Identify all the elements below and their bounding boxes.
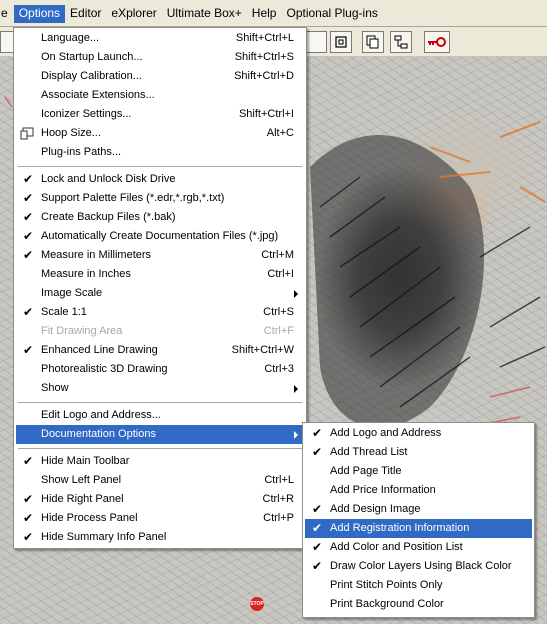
submenu-item-add-page-title[interactable]: Add Page Title <box>305 462 532 481</box>
frame-icon[interactable] <box>330 31 352 53</box>
checkmark-icon: ✔ <box>22 305 34 319</box>
menu-item-hide-summary-panel[interactable]: ✔ Hide Summary Info Panel <box>16 528 304 547</box>
menu-separator <box>18 448 302 449</box>
menu-item-show-left-panel[interactable]: Show Left Panel Ctrl+L <box>16 471 304 490</box>
submenu-item-add-logo[interactable]: ✔ Add Logo and Address <box>305 424 532 443</box>
menu-item-enhanced-line[interactable]: ✔ Enhanced Line Drawing Shift+Ctrl+W <box>16 341 304 360</box>
menu-item-hide-right-panel[interactable]: ✔ Hide Right Panel Ctrl+R <box>16 490 304 509</box>
menu-item-edit-logo[interactable]: Edit Logo and Address... <box>16 406 304 425</box>
toolbar-button[interactable] <box>305 31 327 53</box>
menu-help[interactable]: Help <box>247 5 282 23</box>
checkmark-icon: ✔ <box>311 540 323 554</box>
menu-item-plugins-paths[interactable]: Plug-ins Paths... <box>16 143 304 162</box>
checkmark-icon: ✔ <box>22 492 34 506</box>
menu-item-startup-launch[interactable]: On Startup Launch... Shift+Ctrl+S <box>16 48 304 67</box>
key-icon[interactable] <box>424 31 450 53</box>
menu-bar: e Options Editor eXplorer Ultimate Box+ … <box>0 0 547 27</box>
stop-icon: STOP <box>250 597 264 611</box>
submenu-item-add-registration-info[interactable]: ✔ Add Registration Information <box>305 519 532 538</box>
menu-separator <box>18 166 302 167</box>
menu-item-photorealistic-3d[interactable]: Photorealistic 3D Drawing Ctrl+3 <box>16 360 304 379</box>
menu-item-support-palette[interactable]: ✔ Support Palette Files (*.edr,*.rgb,*.t… <box>16 189 304 208</box>
submenu-arrow-icon <box>294 290 298 298</box>
menu-separator <box>18 402 302 403</box>
submenu-item-add-thread-list[interactable]: ✔ Add Thread List <box>305 443 532 462</box>
submenu-item-draw-color-layers-black[interactable]: ✔ Draw Color Layers Using Black Color <box>305 557 532 576</box>
menu-options[interactable]: Options <box>13 5 66 23</box>
checkmark-icon: ✔ <box>22 530 34 544</box>
options-menu: Language... Shift+Ctrl+L On Startup Laun… <box>13 27 307 549</box>
checkmark-icon: ✔ <box>22 343 34 357</box>
checkmark-icon: ✔ <box>22 248 34 262</box>
checkmark-icon: ✔ <box>311 426 323 440</box>
menu-item-hoop-size[interactable]: Hoop Size... Alt+C <box>16 124 304 143</box>
menu-item-iconizer-settings[interactable]: Iconizer Settings... Shift+Ctrl+I <box>16 105 304 124</box>
menu-item-associate-extensions[interactable]: Associate Extensions... <box>16 86 304 105</box>
menu-editor[interactable]: Editor <box>65 5 106 23</box>
checkmark-icon: ✔ <box>311 521 323 535</box>
checkmark-icon: ✔ <box>22 511 34 525</box>
submenu-item-add-color-position-list[interactable]: ✔ Add Color and Position List <box>305 538 532 557</box>
menu-item-hide-main-toolbar[interactable]: ✔ Hide Main Toolbar <box>16 452 304 471</box>
menu-item-measure-inches[interactable]: Measure in Inches Ctrl+I <box>16 265 304 284</box>
checkmark-icon: ✔ <box>22 210 34 224</box>
menu-item-language[interactable]: Language... Shift+Ctrl+L <box>16 29 304 48</box>
checkmark-icon: ✔ <box>22 454 34 468</box>
checkmark-icon: ✔ <box>311 502 323 516</box>
submenu-item-print-stitch-points[interactable]: Print Stitch Points Only <box>305 576 532 595</box>
submenu-item-add-design-image[interactable]: ✔ Add Design Image <box>305 500 532 519</box>
menu-item-lock-disk-drive[interactable]: ✔ Lock and Unlock Disk Drive <box>16 170 304 189</box>
menu-item-hide-process-panel[interactable]: ✔ Hide Process Panel Ctrl+P <box>16 509 304 528</box>
checkmark-icon: ✔ <box>22 229 34 243</box>
menu-item-measure-mm[interactable]: ✔ Measure in Millimeters Ctrl+M <box>16 246 304 265</box>
menu-file-partial[interactable]: e <box>0 5 14 23</box>
documentation-options-submenu: ✔ Add Logo and Address ✔ Add Thread List… <box>302 422 535 618</box>
menu-item-scale-1-1[interactable]: ✔ Scale 1:1 Ctrl+S <box>16 303 304 322</box>
hierarchy-icon[interactable] <box>390 31 412 53</box>
submenu-item-print-background-color[interactable]: Print Background Color <box>305 595 532 614</box>
menu-item-documentation-options[interactable]: Documentation Options <box>16 425 304 444</box>
menu-item-display-calibration[interactable]: Display Calibration... Shift+Ctrl+D <box>16 67 304 86</box>
hoop-icon <box>20 127 34 140</box>
menu-item-auto-documentation[interactable]: ✔ Automatically Create Documentation Fil… <box>16 227 304 246</box>
copy-pages-icon[interactable] <box>362 31 384 53</box>
menu-item-create-backup[interactable]: ✔ Create Backup Files (*.bak) <box>16 208 304 227</box>
menu-item-fit-drawing-area: Fit Drawing Area Ctrl+F <box>41 325 294 337</box>
submenu-arrow-icon <box>294 385 298 393</box>
submenu-arrow-icon <box>294 431 298 439</box>
checkmark-icon: ✔ <box>22 172 34 186</box>
menu-ultimate-box[interactable]: Ultimate Box+ <box>162 5 247 23</box>
checkmark-icon: ✔ <box>311 559 323 573</box>
menu-item-image-scale[interactable]: Image Scale <box>16 284 304 303</box>
submenu-item-add-price-info[interactable]: Add Price Information <box>305 481 532 500</box>
menu-optional-plugins[interactable]: Optional Plug-ins <box>281 5 382 23</box>
checkmark-icon: ✔ <box>311 445 323 459</box>
checkmark-icon: ✔ <box>22 191 34 205</box>
menu-item-show[interactable]: Show <box>16 379 304 398</box>
menu-explorer[interactable]: eXplorer <box>106 5 161 23</box>
